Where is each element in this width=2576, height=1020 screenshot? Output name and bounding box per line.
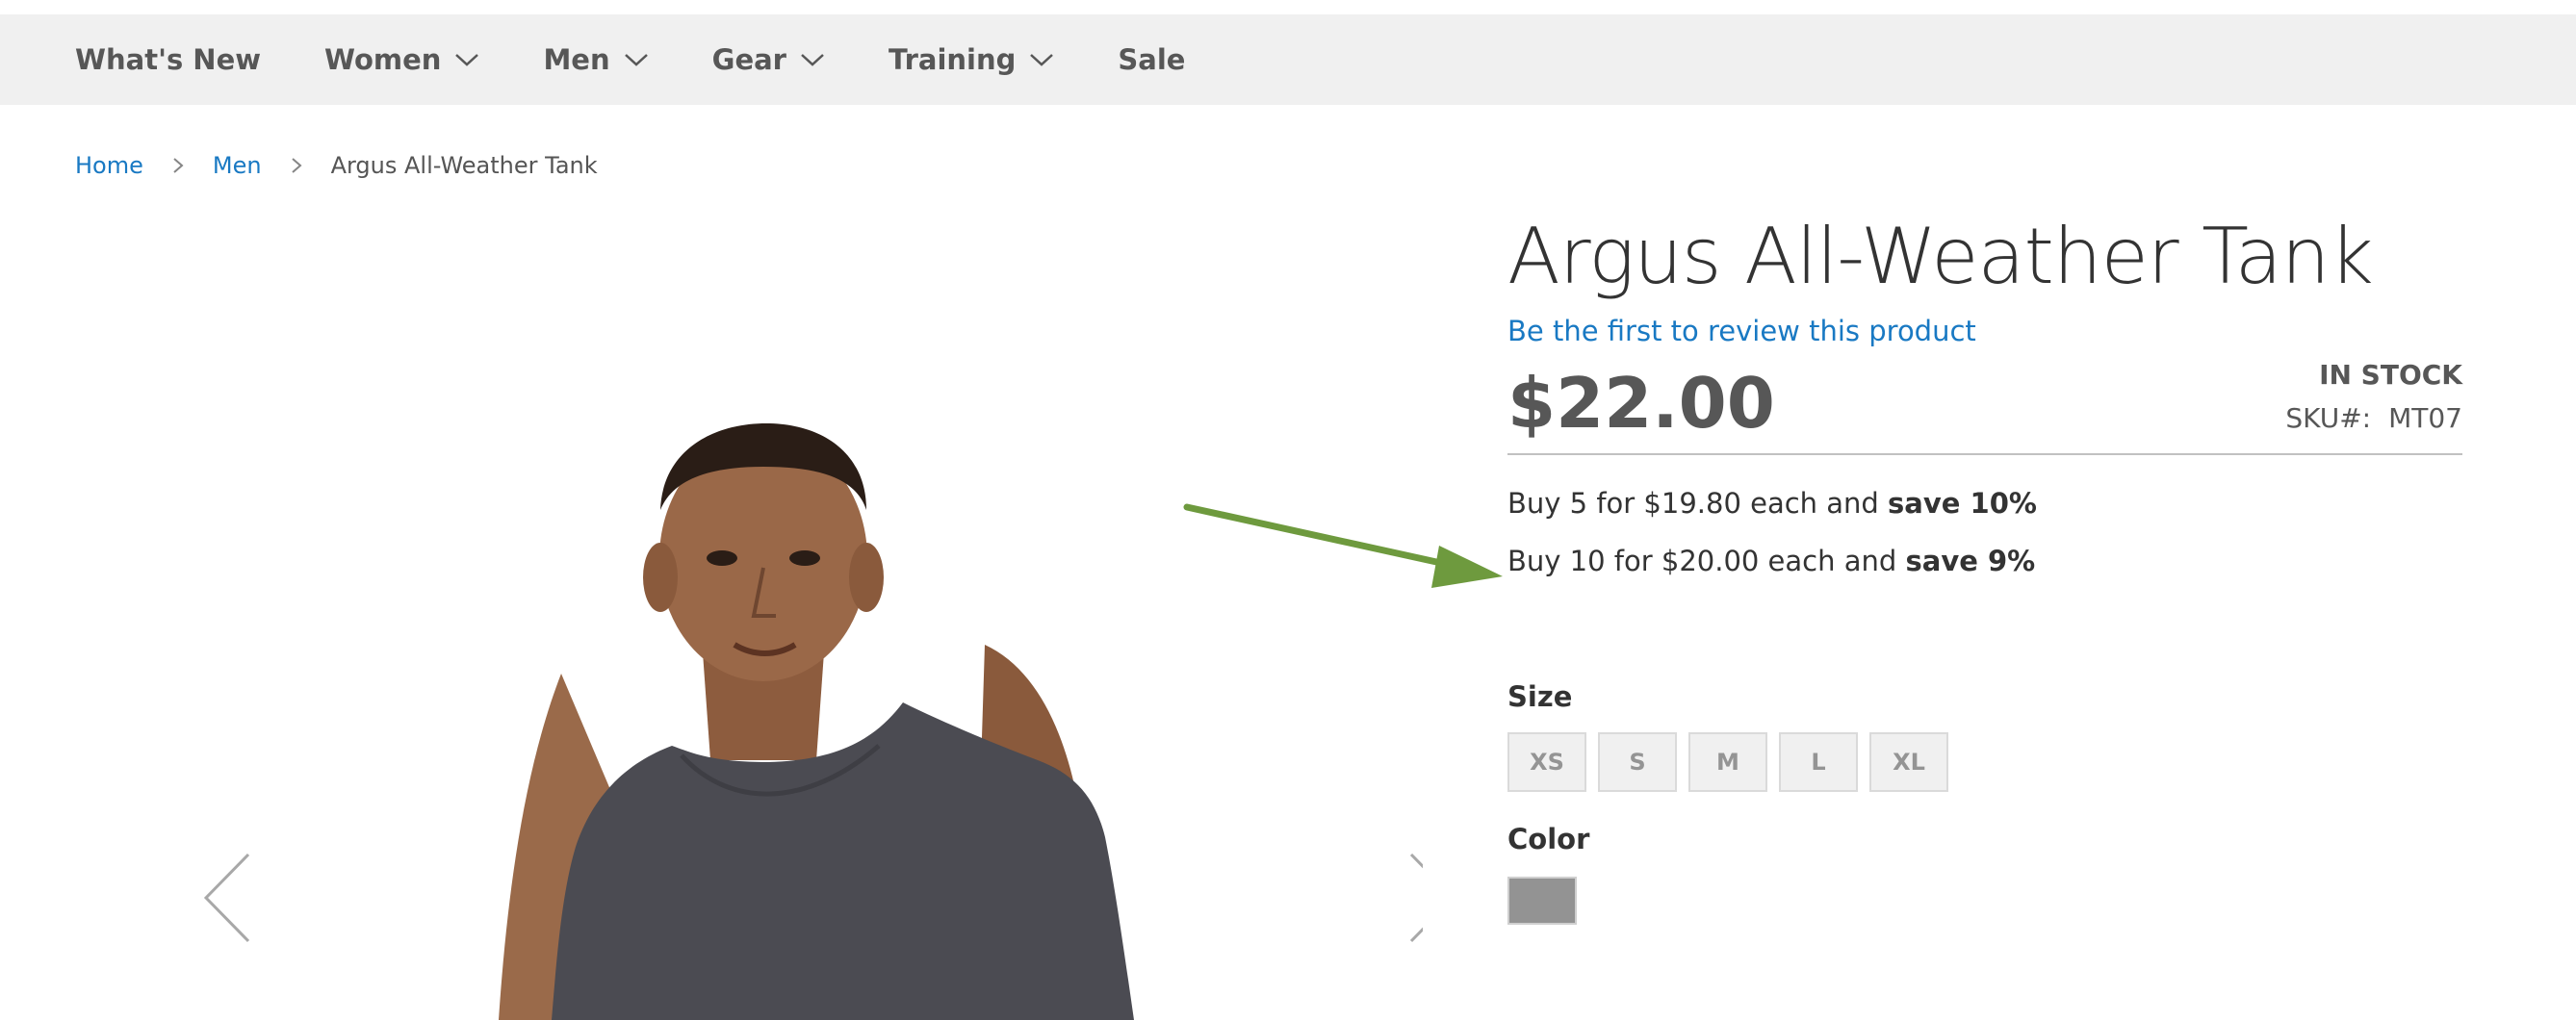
annotation-arrow-icon [1183, 503, 1503, 588]
breadcrumb-home-link[interactable]: Home [75, 152, 143, 179]
tier-price-save: save 9% [1905, 545, 2036, 577]
review-link[interactable]: Be the first to review this product [1507, 315, 2462, 347]
size-swatches: XS S M L XL [1507, 732, 2462, 792]
nav-item-label: Training [888, 43, 1017, 76]
breadcrumb: Home Men Argus All-Weather Tank [75, 152, 598, 179]
nav-item-label: Men [543, 43, 610, 76]
breadcrumb-current: Argus All-Weather Tank [330, 152, 598, 179]
sku-line: SKU#: MT07 [2285, 402, 2462, 434]
gallery-next-button[interactable] [1405, 850, 1423, 946]
nav-item-men[interactable]: Men [543, 43, 648, 76]
tier-price-item: Buy 5 for $19.80 each and save 10% [1507, 474, 2462, 532]
product-info: Argus All-Weather Tank Be the first to r… [1507, 212, 2462, 925]
tier-price-save: save 10% [1888, 487, 2037, 520]
page-title: Argus All-Weather Tank [1507, 212, 2374, 301]
nav-item-whats-new[interactable]: What's New [75, 43, 261, 76]
size-option-xs[interactable]: XS [1507, 732, 1586, 792]
chevron-down-icon [801, 54, 824, 66]
nav-item-training[interactable]: Training [889, 43, 1054, 76]
stock-info: IN STOCK SKU#: MT07 [2285, 359, 2462, 434]
nav-item-label: Women [324, 43, 442, 76]
tier-price-item: Buy 10 for $20.00 each and save 9% [1507, 532, 2462, 590]
size-option-m[interactable]: M [1688, 732, 1767, 792]
product-price: $22.00 [1507, 363, 1775, 444]
stock-status: IN STOCK [2319, 359, 2462, 391]
nav-item-sale[interactable]: Sale [1118, 43, 1185, 76]
price-row: $22.00 IN STOCK SKU#: MT07 [1507, 359, 2462, 455]
size-option-s[interactable]: S [1598, 732, 1677, 792]
tier-prices: Buy 5 for $19.80 each and save 10% Buy 1… [1507, 474, 2462, 590]
product-image[interactable] [75, 221, 1423, 1020]
color-label: Color [1507, 823, 1590, 855]
sku-value: MT07 [2388, 402, 2462, 434]
chevron-down-icon [1030, 54, 1054, 66]
sku-label: SKU#: [2285, 402, 2372, 434]
size-option-l[interactable]: L [1779, 732, 1858, 792]
tier-price-text: Buy 5 for $19.80 each and [1507, 487, 1889, 520]
chevron-down-icon [455, 54, 479, 66]
chevron-right-icon [291, 158, 302, 173]
size-label: Size [1507, 680, 1573, 713]
tier-price-text: Buy 10 for $20.00 each and [1507, 545, 1906, 577]
nav-item-label: Sale [1118, 43, 1186, 76]
nav-item-gear[interactable]: Gear [712, 43, 825, 76]
chevron-right-icon [173, 158, 184, 173]
color-option-gray[interactable] [1507, 877, 1577, 925]
main-navigation: What's New Women Men Gear Training Sale [0, 14, 2576, 105]
gallery-prev-button[interactable] [200, 850, 254, 946]
nav-item-women[interactable]: Women [324, 43, 479, 76]
product-gallery [75, 221, 1423, 1020]
size-option-xl[interactable]: XL [1869, 732, 1948, 792]
nav-item-label: Gear [711, 43, 786, 76]
chevron-down-icon [624, 54, 648, 66]
nav-item-label: What's New [75, 43, 262, 76]
breadcrumb-category-link[interactable]: Men [213, 152, 262, 179]
